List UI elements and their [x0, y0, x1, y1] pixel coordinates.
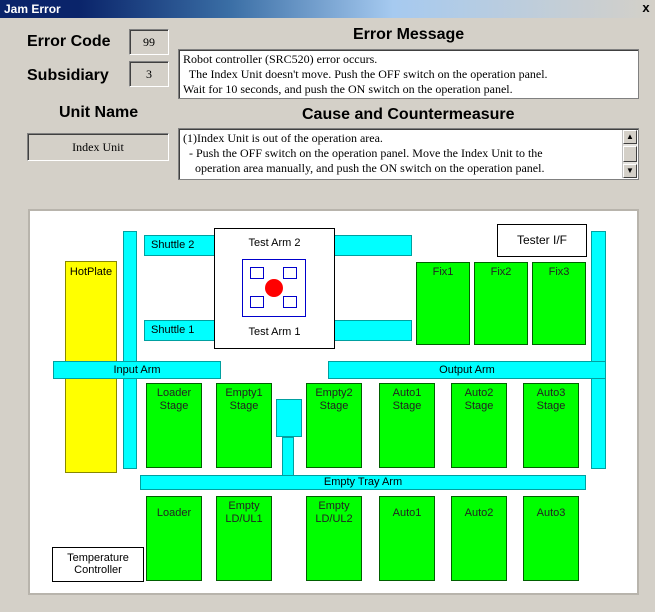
- right-rail: [591, 231, 606, 469]
- stage-line1: Empty2: [315, 387, 353, 399]
- subsidiary-value: 3: [129, 61, 169, 87]
- input-arm: Input Arm: [53, 361, 221, 379]
- bottom-line1: Loader: [156, 507, 192, 519]
- bottom-line2: LD/UL2: [315, 513, 353, 525]
- bottom-line2: LD/UL1: [225, 513, 263, 525]
- test-arm-socket: [242, 259, 306, 317]
- auto1: Auto1: [379, 496, 435, 581]
- stage-line2: Stage: [464, 400, 494, 412]
- auto3-stage: Auto3 Stage: [523, 383, 579, 468]
- unit-diagram: HotPlate Shuttle 2 Shuttle 1 Test Arm 2 …: [28, 209, 639, 595]
- stage-line2: Stage: [229, 400, 259, 412]
- subsidiary-label: Subsidiary: [27, 67, 109, 84]
- temp-ctrl-line1: Temperature: [67, 552, 129, 564]
- cause-scrollbar[interactable]: ▲ ▼: [622, 130, 637, 178]
- empty-ld-ul2: Empty LD/UL2: [306, 496, 362, 581]
- bottom-line1: Auto2: [464, 507, 494, 519]
- socket-cell: [283, 296, 297, 308]
- error-code-value: 99: [129, 29, 169, 55]
- empty-ld-ul1: Empty LD/UL1: [216, 496, 272, 581]
- auto1-stage: Auto1 Stage: [379, 383, 435, 468]
- error-message-label: Error Message: [353, 26, 465, 43]
- stage-line2: Stage: [536, 400, 566, 412]
- empty-tray-arm: Empty Tray Arm: [140, 475, 586, 490]
- tester-if: Tester I/F: [497, 224, 587, 257]
- error-message-line: The Index Unit doesn't move. Push the OF…: [183, 67, 548, 81]
- socket-cell: [283, 267, 297, 279]
- scroll-down-icon[interactable]: ▼: [623, 164, 637, 178]
- auto2: Auto2: [451, 496, 507, 581]
- fix-1: Fix1: [416, 262, 470, 345]
- window-title: Jam Error: [4, 2, 61, 16]
- stage-line2: Stage: [159, 400, 189, 412]
- empty2-stage: Empty2 Stage: [306, 383, 362, 468]
- stage-line1: Auto3: [536, 387, 566, 399]
- scroll-up-icon[interactable]: ▲: [623, 130, 637, 144]
- bottom-line1: Auto1: [392, 507, 422, 519]
- test-arm-2-label: Test Arm 2: [248, 237, 301, 249]
- stage-line1: Auto2: [464, 387, 494, 399]
- unit-name-label: Unit Name: [59, 104, 139, 121]
- index-unit-shaft: [282, 437, 294, 477]
- auto2-stage: Auto2 Stage: [451, 383, 507, 468]
- loader-stage: Loader Stage: [146, 383, 202, 468]
- close-icon[interactable]: x: [639, 1, 653, 15]
- subsidiary-label-clip: Subsidiary: [27, 66, 127, 87]
- stage-line1: Loader: [156, 387, 192, 399]
- bottom-line1: Empty: [228, 500, 260, 512]
- socket-cell: [250, 296, 264, 308]
- stage-line2: Stage: [392, 400, 422, 412]
- test-arm-box: Test Arm 2 Test Arm 1: [214, 228, 335, 349]
- error-message-line: Robot controller (SRC520) error occurs.: [183, 52, 378, 66]
- output-arm: Output Arm: [328, 361, 606, 379]
- title-bar: Jam Error x: [0, 0, 655, 18]
- index-unit-head: [276, 399, 302, 437]
- cause-label: Cause and Countermeasure: [302, 106, 515, 123]
- cause-line: operation area manually, and push the ON…: [183, 161, 545, 175]
- cause-line: - Push the OFF switch on the operation p…: [183, 146, 543, 160]
- fix-2: Fix2: [474, 262, 528, 345]
- unit-name-value: Index Unit: [27, 133, 169, 161]
- cause-line: (1)Index Unit is out of the operation ar…: [183, 131, 383, 145]
- stage-line2: Stage: [319, 400, 349, 412]
- empty1-stage: Empty1 Stage: [216, 383, 272, 468]
- error-code-label: Error Code: [27, 33, 111, 50]
- error-message-line: Wait for 10 seconds, and push the ON swi…: [183, 82, 513, 96]
- cause-box: (1)Index Unit is out of the operation ar…: [178, 128, 639, 180]
- fix-3: Fix3: [532, 262, 586, 345]
- left-rail: [123, 231, 137, 469]
- test-arm-1-label: Test Arm 1: [248, 326, 301, 338]
- auto3: Auto3: [523, 496, 579, 581]
- bottom-line1: Empty: [318, 500, 350, 512]
- loader: Loader: [146, 496, 202, 581]
- scroll-thumb[interactable]: [623, 146, 637, 162]
- temperature-controller: Temperature Controller: [52, 547, 144, 582]
- temp-ctrl-line2: Controller: [74, 564, 122, 576]
- socket-cell: [250, 267, 264, 279]
- stage-line1: Auto1: [392, 387, 422, 399]
- bottom-line1: Auto3: [536, 507, 566, 519]
- error-indicator-dot: [265, 279, 283, 297]
- error-message-box: Robot controller (SRC520) error occurs. …: [178, 49, 639, 99]
- stage-line1: Empty1: [225, 387, 263, 399]
